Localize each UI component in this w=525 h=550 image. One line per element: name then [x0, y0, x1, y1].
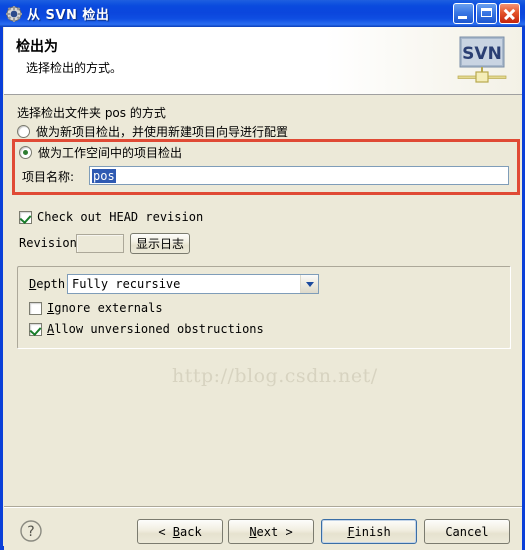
- watermark-text: http://blog.csdn.net/: [172, 365, 378, 387]
- radio-label-workspace-project: 做为工作空间中的项目检出: [38, 146, 183, 160]
- next-button-label: Next >: [249, 524, 293, 539]
- radio-workspace-project[interactable]: 做为工作空间中的项目检出: [19, 144, 182, 161]
- wizard-content: http://blog.csdn.net/ 选择检出文件夹 pos 的方式 做为…: [4, 95, 522, 508]
- checkbox-allow-unversioned[interactable]: Allow unversioned obstructions: [29, 322, 264, 336]
- depth-label: Depth:: [29, 277, 73, 291]
- project-name-row: 项目名称:: [22, 168, 74, 185]
- cancel-button-label: Cancel: [445, 524, 489, 539]
- revision-input[interactable]: [76, 234, 124, 253]
- window-titlebar[interactable]: 从 SVN 检出: [0, 0, 525, 27]
- back-button[interactable]: < Back: [137, 519, 223, 544]
- wizard-subtitle: 选择检出的方式。: [26, 61, 123, 75]
- cancel-button[interactable]: Cancel: [424, 519, 510, 544]
- back-button-label: < Back: [158, 524, 202, 539]
- radio-indicator-workspace-project[interactable]: [19, 146, 32, 159]
- finish-button-label: Finish: [347, 524, 391, 539]
- checkout-from-svn-dialog: 从 SVN 检出 检出为 选择检出的方式。 SVN http://blog.cs…: [0, 0, 525, 550]
- checkbox-indicator-head-revision[interactable]: [19, 210, 32, 224]
- project-name-value: pos: [92, 168, 116, 183]
- window-title: 从 SVN 检出: [27, 8, 110, 23]
- maximize-button[interactable]: [476, 3, 497, 24]
- project-name-input[interactable]: pos: [89, 166, 509, 185]
- show-log-button[interactable]: 显示日志: [130, 233, 190, 254]
- wizard-title: 检出为: [16, 39, 58, 55]
- minimize-button[interactable]: [453, 3, 474, 24]
- revision-row: Revision:: [19, 236, 84, 250]
- svg-text:SVN: SVN: [462, 44, 502, 64]
- checkbox-indicator-allow-unversioned[interactable]: [29, 322, 42, 336]
- close-button[interactable]: [499, 3, 520, 24]
- svn-logo-icon: SVN: [456, 35, 508, 85]
- depth-row: Depth:: [29, 277, 72, 291]
- svg-text:?: ?: [27, 524, 34, 540]
- checkbox-indicator-ignore-externals[interactable]: [29, 301, 42, 315]
- checkbox-head-revision[interactable]: Check out HEAD revision: [19, 210, 203, 224]
- dialog-body: 检出为 选择检出的方式。 SVN http://blog.csdn.net/ 选…: [3, 27, 522, 550]
- radio-label-new-project: 做为新项目检出，并使用新建项目向导进行配置: [36, 125, 289, 139]
- depth-combobox[interactable]: Fully recursive: [67, 274, 319, 294]
- chevron-down-icon[interactable]: [300, 275, 318, 293]
- revision-label: Revision:: [19, 236, 85, 250]
- checkbox-label-allow-unversioned: Allow unversioned obstructions: [47, 322, 264, 336]
- checkbox-label-head-revision: Check out HEAD revision: [37, 210, 204, 224]
- radio-indicator-new-project[interactable]: [17, 125, 30, 138]
- project-name-label: 项目名称:: [22, 170, 75, 184]
- instruction-label: 选择检出文件夹 pos 的方式: [17, 106, 166, 120]
- gear-icon: [6, 5, 22, 22]
- depth-label-mnemonic: D: [29, 277, 37, 291]
- wizard-header: 检出为 选择检出的方式。 SVN: [4, 27, 522, 95]
- checkbox-ignore-externals[interactable]: Ignore externals: [29, 301, 163, 315]
- wizard-footer: ? < Back Next > Finish Cancel: [4, 508, 522, 550]
- checkbox-label-ignore-externals: Ignore externals: [47, 301, 163, 315]
- radio-new-project[interactable]: 做为新项目检出，并使用新建项目向导进行配置: [17, 123, 288, 140]
- depth-value: Fully recursive: [72, 277, 181, 291]
- finish-button[interactable]: Finish: [321, 519, 417, 544]
- show-log-button-label: 显示日志: [135, 237, 184, 251]
- next-button[interactable]: Next >: [228, 519, 314, 544]
- window-controls: [453, 3, 523, 24]
- help-icon[interactable]: ?: [19, 519, 43, 543]
